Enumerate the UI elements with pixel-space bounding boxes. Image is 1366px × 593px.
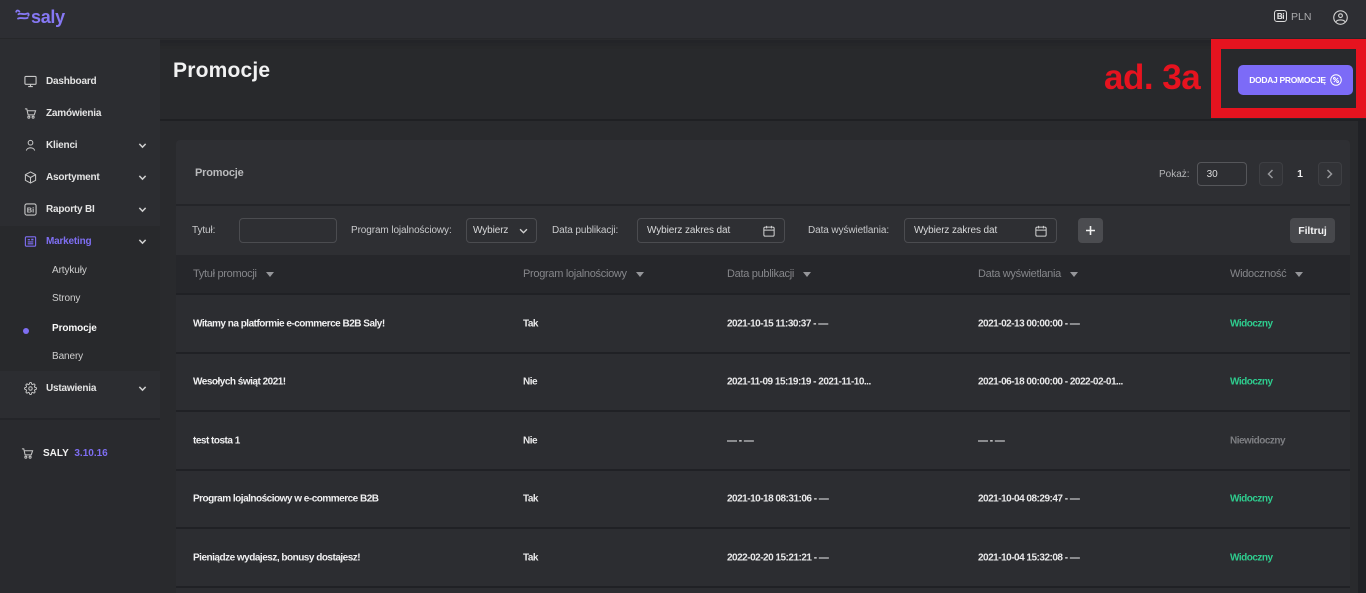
svg-text:Bi: Bi — [27, 205, 34, 214]
